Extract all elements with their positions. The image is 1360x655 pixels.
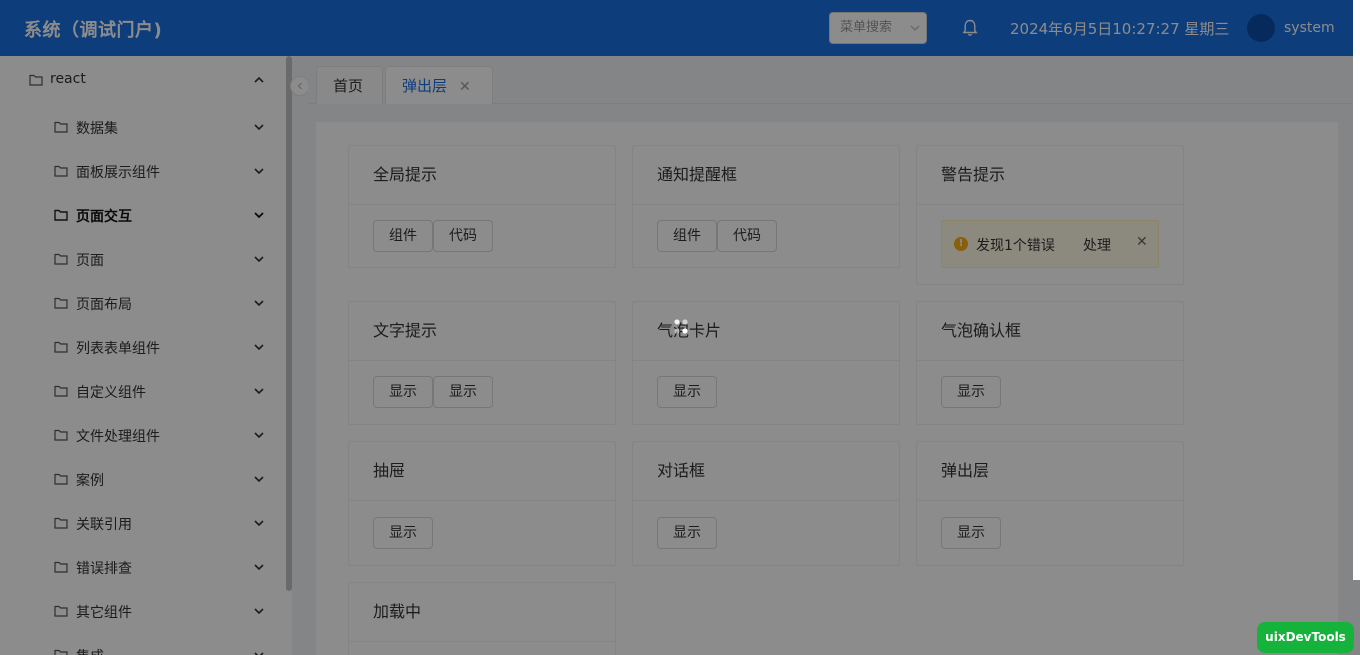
devtools-button[interactable]: uixDevTools (1257, 622, 1354, 653)
loading-spinner-icon (674, 319, 688, 334)
page-scrollbar[interactable] (1353, 0, 1360, 580)
